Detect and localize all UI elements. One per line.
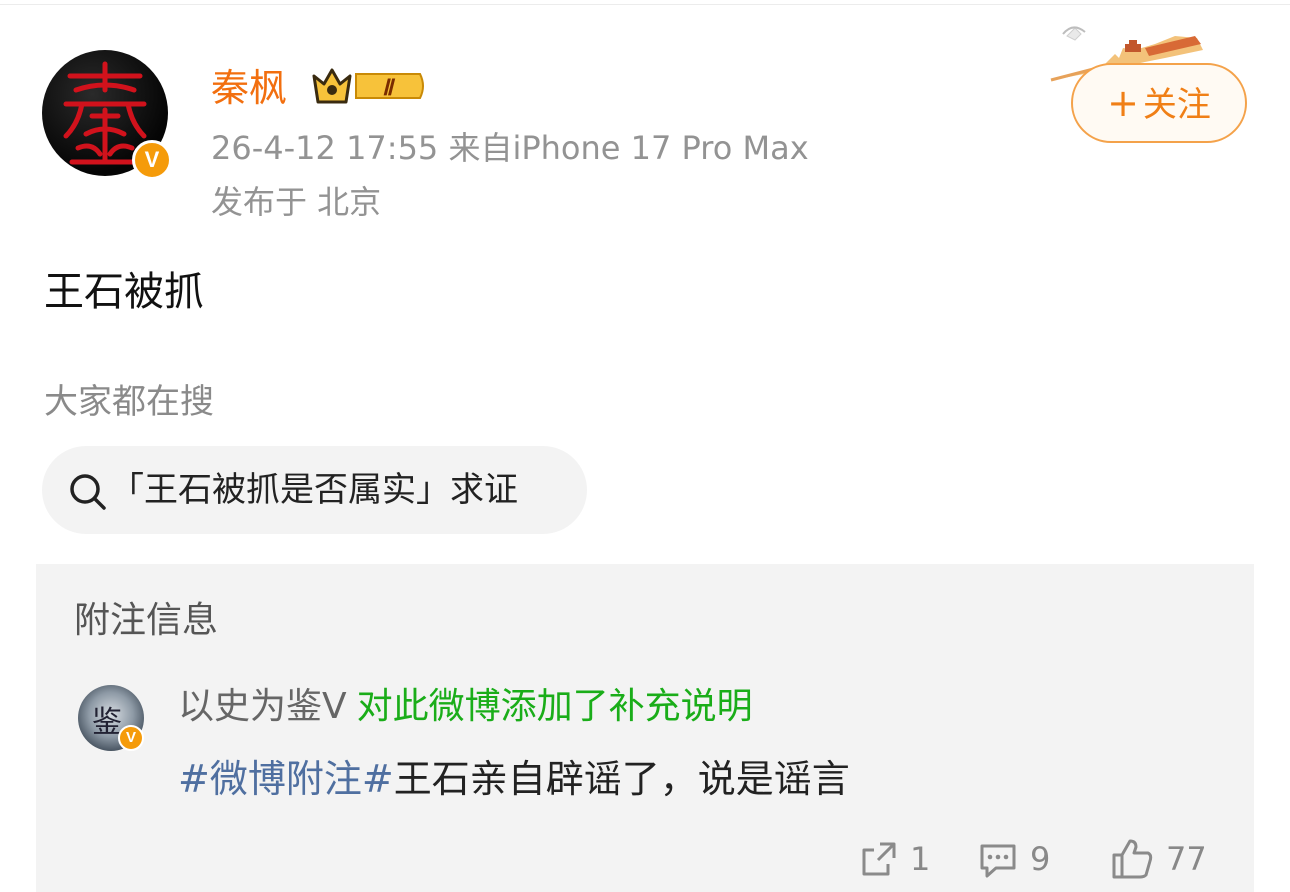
comment-count: 9 bbox=[1030, 840, 1051, 878]
follow-label: 关注 bbox=[1142, 85, 1211, 125]
post-time-source: 26-4-12 17:55 来自iPhone 17 Pro Max bbox=[211, 129, 809, 167]
share-button[interactable]: 1 bbox=[858, 836, 930, 882]
trending-search-query: 「王石被抓是否属实」求证 bbox=[110, 470, 518, 510]
like-button[interactable]: 77 bbox=[1110, 836, 1207, 882]
annotation-header: 以史为鉴Ⅴ 对此微博添加了补充说明 bbox=[178, 684, 753, 730]
annotation-action-text: 对此微博添加了补充说明 bbox=[356, 686, 753, 727]
annotation-content: #微博附注#王石亲自辟谣了，说是谣言 bbox=[178, 754, 850, 804]
annotation-box: 附注信息 鉴 V 以史为鉴Ⅴ 对此微博添加了补充说明 #微博附注#王石亲自辟谣了，… bbox=[36, 564, 1254, 892]
trending-search-pill[interactable]: 「王石被抓是否属实」求证 bbox=[42, 446, 587, 534]
annotator-name[interactable]: 以史为鉴Ⅴ bbox=[178, 686, 347, 727]
comment-button[interactable]: 9 bbox=[976, 836, 1050, 882]
annotation-title: 附注信息 bbox=[74, 600, 219, 641]
post-text: 王石被抓 bbox=[44, 269, 204, 315]
follow-button[interactable]: + 关注 bbox=[1071, 63, 1247, 143]
share-count: 1 bbox=[910, 840, 931, 878]
verified-badge-icon: V bbox=[118, 725, 144, 751]
share-icon bbox=[862, 842, 896, 876]
top-divider bbox=[0, 4, 1290, 5]
comment-icon bbox=[980, 844, 1016, 878]
author-name[interactable]: 秦枫 bbox=[211, 64, 287, 112]
search-icon bbox=[68, 472, 108, 516]
hashtag-link[interactable]: #微博附注# bbox=[178, 757, 394, 801]
annotator-avatar[interactable]: 鉴 V bbox=[78, 685, 144, 751]
verified-badge-icon: V bbox=[132, 140, 172, 180]
trending-search-label: 大家都在搜 bbox=[44, 382, 214, 422]
like-count: 77 bbox=[1166, 840, 1207, 878]
post-location: 发布于 北京 bbox=[211, 183, 382, 221]
thumbs-up-icon bbox=[1112, 839, 1153, 879]
plus-icon: + bbox=[1107, 81, 1139, 125]
vip-crown-badge-icon[interactable]: Ⅱ bbox=[310, 62, 428, 114]
author-avatar[interactable]: V bbox=[42, 50, 172, 180]
annotation-text: 王石亲自辟谣了，说是谣言 bbox=[393, 757, 850, 801]
